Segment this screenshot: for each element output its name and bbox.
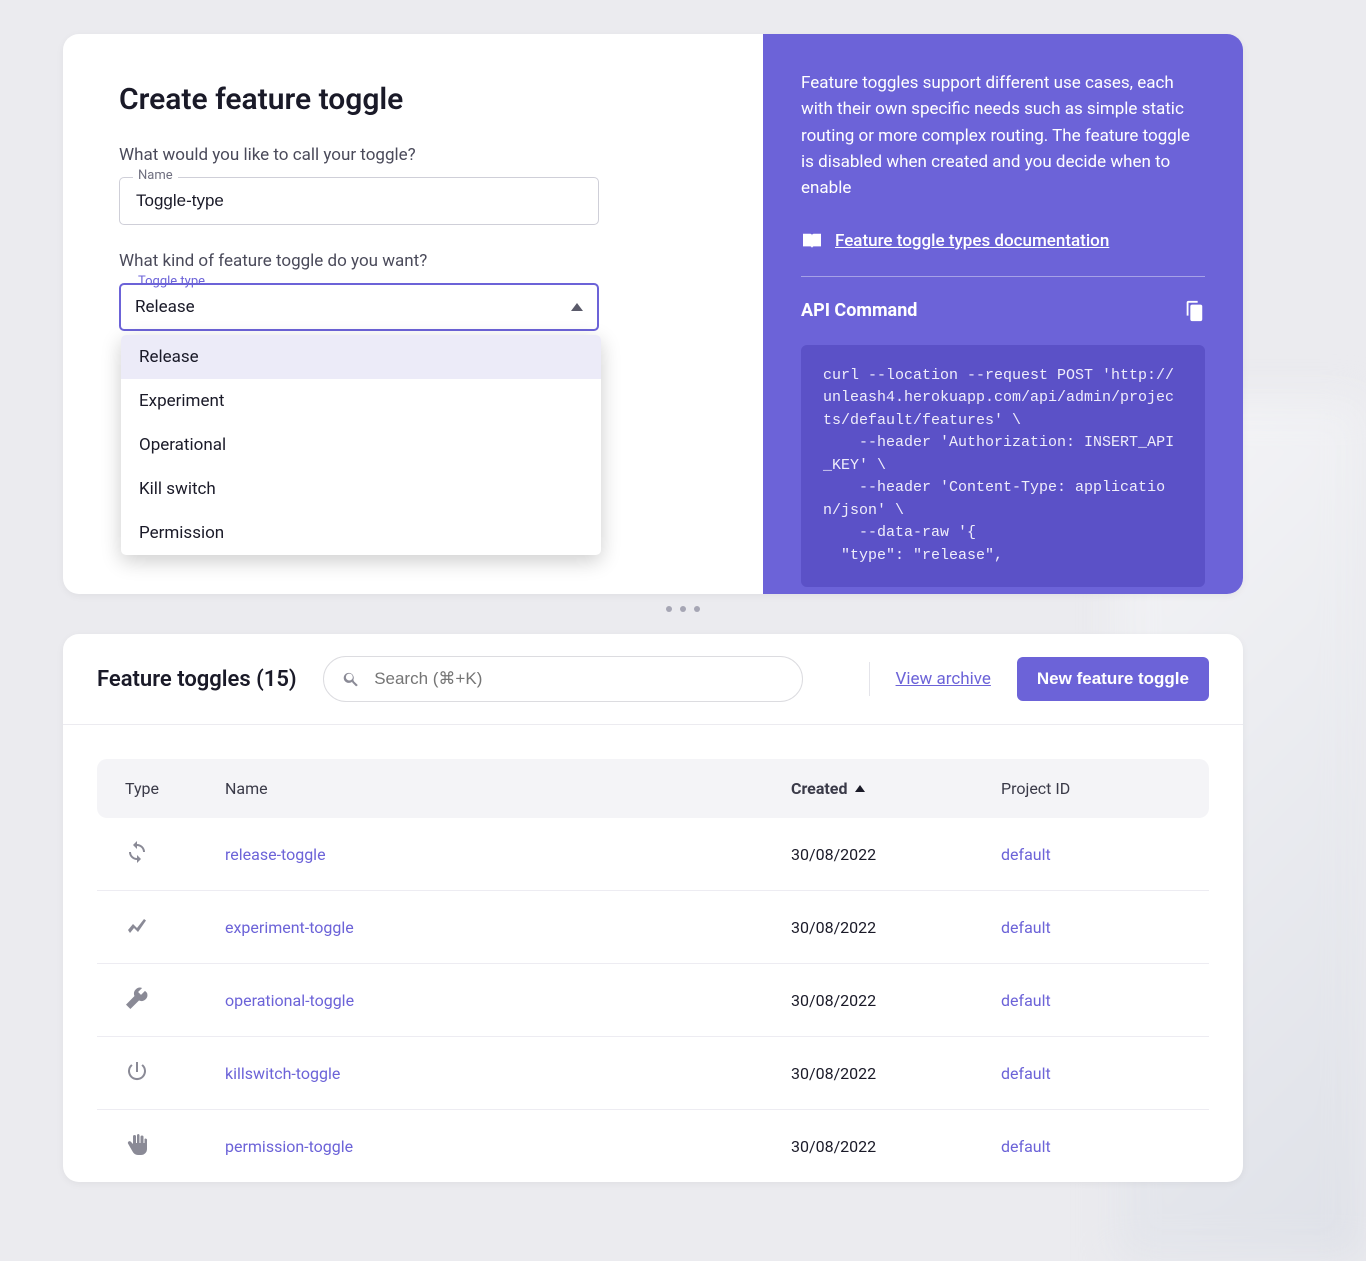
table-row: experiment-toggle30/08/2022default <box>97 891 1209 964</box>
project-link[interactable]: default <box>1001 845 1181 864</box>
header-divider <box>869 662 870 696</box>
type-option-operational[interactable]: Operational <box>121 423 601 467</box>
type-option-release[interactable]: Release <box>121 335 601 379</box>
name-input[interactable] <box>119 177 599 225</box>
th-name: Name <box>225 779 791 798</box>
table-row: killswitch-toggle30/08/2022default <box>97 1037 1209 1110</box>
form-panel: Create feature toggle What would you lik… <box>63 34 763 594</box>
api-code-block[interactable]: curl --location --request POST 'http://u… <box>801 345 1205 588</box>
sync-icon <box>125 840 225 868</box>
search-icon <box>342 669 361 689</box>
search-wrap[interactable] <box>323 656 803 702</box>
power-icon <box>125 1059 225 1087</box>
api-header: API Command <box>801 297 1205 325</box>
project-link[interactable]: default <box>1001 991 1181 1010</box>
created-date: 30/08/2022 <box>791 1137 1001 1156</box>
list-header: Feature toggles (15) View archive New fe… <box>63 634 1243 725</box>
dot-2 <box>680 606 686 612</box>
table-wrap: Type Name Created Project ID release-tog… <box>63 725 1243 1182</box>
hand-icon <box>125 1132 225 1160</box>
api-title: API Command <box>801 297 917 325</box>
type-option-permission[interactable]: Permission <box>121 511 601 555</box>
info-divider <box>801 276 1205 277</box>
create-toggle-card: Create feature toggle What would you lik… <box>63 34 1243 594</box>
doc-link[interactable]: Feature toggle types documentation <box>835 228 1109 254</box>
toggle-name-link[interactable]: killswitch-toggle <box>225 1064 791 1083</box>
search-input[interactable] <box>374 669 783 689</box>
copy-icon[interactable] <box>1183 299 1205 323</box>
created-date: 30/08/2022 <box>791 845 1001 864</box>
info-panel: Feature toggles support different use ca… <box>763 34 1243 594</box>
name-question: What would you like to call your toggle? <box>119 145 707 165</box>
type-question: What kind of feature toggle do you want? <box>119 251 707 271</box>
doc-link-row: Feature toggle types documentation <box>801 228 1205 254</box>
type-select-value: Release <box>135 297 195 317</box>
project-link[interactable]: default <box>1001 918 1181 937</box>
toggle-name-link[interactable]: release-toggle <box>225 845 791 864</box>
table-header: Type Name Created Project ID <box>97 759 1209 818</box>
carousel-dots <box>666 606 700 612</box>
toggles-list-card: Feature toggles (15) View archive New fe… <box>63 634 1243 1182</box>
table-row: release-toggle30/08/2022default <box>97 818 1209 891</box>
info-description: Feature toggles support different use ca… <box>801 70 1205 202</box>
view-archive-link[interactable]: View archive <box>896 669 991 689</box>
new-toggle-button[interactable]: New feature toggle <box>1017 657 1209 701</box>
table-row: operational-toggle30/08/2022default <box>97 964 1209 1037</box>
created-date: 30/08/2022 <box>791 991 1001 1010</box>
type-dropdown: ReleaseExperimentOperationalKill switchP… <box>121 335 601 555</box>
toggle-name-link[interactable]: operational-toggle <box>225 991 791 1010</box>
th-created[interactable]: Created <box>791 779 1001 798</box>
project-link[interactable]: default <box>1001 1137 1181 1156</box>
chart-icon <box>125 913 225 941</box>
form-title: Create feature toggle <box>119 82 707 117</box>
book-icon <box>801 232 823 250</box>
type-option-kill-switch[interactable]: Kill switch <box>121 467 601 511</box>
th-project: Project ID <box>1001 779 1181 798</box>
type-select[interactable]: Release ReleaseExperimentOperationalKill… <box>119 283 599 331</box>
wrench-icon <box>125 986 225 1014</box>
sort-asc-icon <box>855 785 865 792</box>
type-option-experiment[interactable]: Experiment <box>121 379 601 423</box>
toggle-name-link[interactable]: experiment-toggle <box>225 918 791 937</box>
list-title: Feature toggles (15) <box>97 667 297 692</box>
name-floating-label: Name <box>133 168 178 183</box>
type-select-wrap: Toggle type Release ReleaseExperimentOpe… <box>119 283 707 331</box>
toggle-name-link[interactable]: permission-toggle <box>225 1137 791 1156</box>
name-input-wrap: Name <box>119 177 707 225</box>
created-date: 30/08/2022 <box>791 1064 1001 1083</box>
table-row: permission-toggle30/08/2022default <box>97 1110 1209 1182</box>
chevron-up-icon <box>571 303 583 311</box>
created-date: 30/08/2022 <box>791 918 1001 937</box>
dot-1 <box>666 606 672 612</box>
th-type: Type <box>125 779 225 798</box>
dot-3 <box>694 606 700 612</box>
project-link[interactable]: default <box>1001 1064 1181 1083</box>
